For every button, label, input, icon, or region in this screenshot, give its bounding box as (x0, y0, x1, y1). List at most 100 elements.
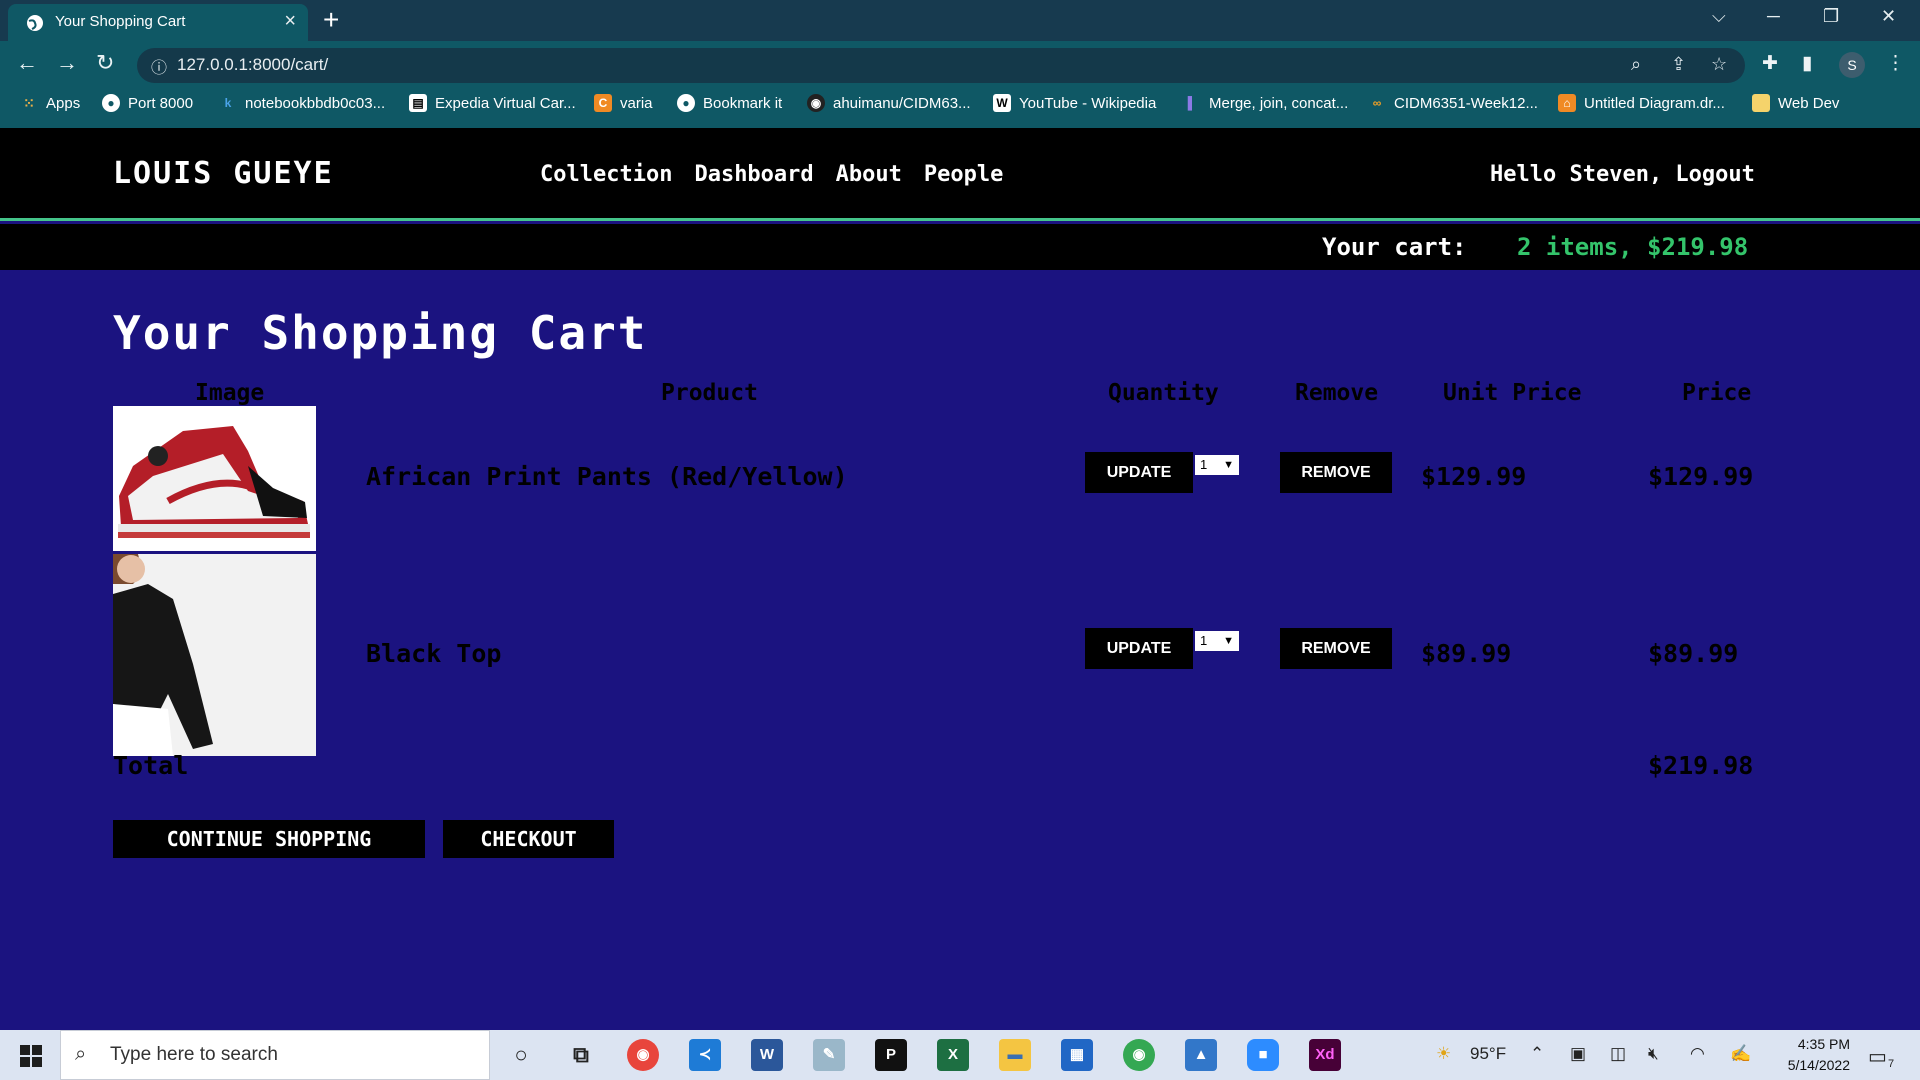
volume-mute-icon[interactable]: 🔇︎ (1648, 1044, 1659, 1064)
total-value: $219.98 (1648, 751, 1754, 780)
weather-temp[interactable]: 95°F (1470, 1044, 1506, 1064)
cortana-icon[interactable]: ○ (505, 1039, 537, 1071)
system-clock[interactable]: 4:35 PM 5/14/2022 (1760, 1034, 1850, 1076)
cart-label: Your cart: (1322, 233, 1467, 261)
bookmark-notebook[interactable]: k notebookbbdb0c03... (219, 94, 385, 112)
tab-title: Your Shopping Cart (55, 13, 186, 30)
zoom-icon[interactable]: ⌕ (1631, 54, 1641, 75)
bookmark-wikipedia[interactable]: W YouTube - Wikipedia (993, 94, 1156, 112)
forward-icon[interactable]: → (56, 50, 78, 76)
browser-tab[interactable]: Your Shopping Cart × (8, 4, 308, 41)
new-tab-icon[interactable]: + (323, 4, 339, 36)
product-name[interactable]: African Print Pants (Red/Yellow) (366, 462, 848, 491)
excel-icon[interactable]: X (937, 1039, 969, 1071)
close-window-icon[interactable]: ✕ (1881, 6, 1896, 27)
globe-icon (27, 15, 43, 31)
photos-icon[interactable]: ▲ (1185, 1039, 1217, 1071)
share-icon[interactable]: ⇪ (1671, 54, 1686, 75)
wikipedia-icon: W (993, 94, 1011, 112)
checkout-button[interactable]: CHECKOUT (443, 820, 614, 858)
address-bar[interactable]: ⓘ 127.0.0.1:8000/cart/ ⌕ ⇪ ☆ (137, 48, 1745, 83)
taskbar-search[interactable]: ⌕ Type here to search (60, 1030, 490, 1080)
folder-icon (1752, 94, 1770, 112)
clock-date: 5/14/2022 (1787, 1057, 1850, 1073)
profile-avatar[interactable]: S (1839, 52, 1865, 78)
store-icon[interactable]: ▦ (1061, 1039, 1093, 1071)
restore-icon[interactable]: ❐ (1823, 6, 1839, 27)
site-info-icon[interactable]: ⓘ (151, 54, 167, 78)
nav-collection[interactable]: Collection (540, 162, 672, 187)
user-greeting-logout[interactable]: Hello Steven, Logout (1490, 162, 1755, 187)
menu-icon[interactable]: ⋮ (1886, 52, 1905, 75)
extensions-icon[interactable]: ✚ (1762, 52, 1778, 75)
header-remove: Remove (1295, 380, 1379, 406)
product-image-top[interactable] (113, 554, 316, 756)
windows-start-icon[interactable] (20, 1045, 42, 1067)
quantity-value: 1 (1200, 457, 1208, 472)
globe-icon: ● (102, 94, 120, 112)
search-icon: ⌕ (75, 1043, 87, 1065)
bookmark-varia[interactable]: C varia (594, 94, 653, 112)
vscode-icon[interactable]: ≺ (689, 1039, 721, 1071)
bookmark-github[interactable]: ◉ ahuimanu/CIDM63... (807, 94, 971, 112)
page-title: Your Shopping Cart (113, 306, 648, 360)
update-button[interactable]: UPDATE (1085, 628, 1193, 669)
line-price: $89.99 (1648, 639, 1739, 668)
close-tab-icon[interactable]: × (284, 10, 296, 33)
file-explorer-icon[interactable]: ▬ (999, 1039, 1031, 1071)
side-panel-icon[interactable]: ▮ (1802, 52, 1812, 75)
nav-people[interactable]: People (924, 162, 1003, 187)
minimize-icon[interactable]: ─ (1767, 6, 1780, 27)
nav-dashboard[interactable]: Dashboard (694, 162, 813, 187)
reload-icon[interactable]: ↻ (96, 50, 114, 76)
header-image: Image (195, 380, 265, 406)
quantity-select[interactable]: 1 ▼ (1195, 631, 1239, 651)
bookmark-star-icon[interactable]: ☆ (1711, 54, 1727, 75)
zoom-app-icon[interactable]: ■ (1247, 1039, 1279, 1071)
document-icon: ▤ (409, 94, 427, 112)
bookmark-colab[interactable]: ∞ CIDM6351-Week12... (1368, 94, 1538, 112)
cart-summary[interactable]: 2 items, $219.98 (1517, 233, 1748, 261)
c-orange-icon: C (594, 94, 612, 112)
chevron-down-icon: ▼ (1223, 635, 1234, 647)
remove-button[interactable]: REMOVE (1280, 452, 1392, 493)
apps-grid-icon: ⁙ (23, 95, 35, 111)
remove-button[interactable]: REMOVE (1280, 628, 1392, 669)
chrome-alt-icon[interactable]: ◉ (1123, 1039, 1155, 1071)
globe-icon: ● (677, 94, 695, 112)
meet-now-icon[interactable]: ▣ (1570, 1044, 1586, 1064)
chevron-up-icon[interactable]: ⌃ (1530, 1044, 1544, 1064)
adobe-xd-icon[interactable]: Xd (1309, 1039, 1341, 1071)
chevron-down-icon: ▼ (1223, 459, 1234, 471)
bookmark-web-dev[interactable]: Web Dev (1752, 94, 1839, 112)
bookmark-pandas[interactable]: ▌ Merge, join, concat... (1183, 94, 1349, 112)
brand-logo[interactable]: LOUIS GUEYE (113, 156, 334, 191)
product-image-sneaker[interactable] (113, 406, 316, 551)
browser-tab-strip: Your Shopping Cart × + ⌵ ─ ❐ ✕ (0, 0, 1920, 41)
tab-search-icon[interactable]: ⌵ (1712, 6, 1726, 27)
pen-icon[interactable]: ✍ (1730, 1044, 1751, 1064)
nav-about[interactable]: About (836, 162, 902, 187)
weather-icon[interactable]: ☀ (1436, 1044, 1451, 1064)
network-icon[interactable]: ◠ (1690, 1044, 1705, 1064)
site-header: LOUIS GUEYE Collection Dashboard About P… (0, 128, 1920, 221)
word-icon[interactable]: W (751, 1039, 783, 1071)
continue-shopping-button[interactable]: CONTINUE SHOPPING (113, 820, 425, 858)
quantity-select[interactable]: 1 ▼ (1195, 455, 1239, 475)
bookmark-port-8000[interactable]: ● Port 8000 (102, 94, 193, 112)
notepad-icon[interactable]: ✎ (813, 1039, 845, 1071)
update-button[interactable]: UPDATE (1085, 452, 1193, 493)
back-icon[interactable]: ← (16, 50, 38, 76)
bookmark-apps[interactable]: ⁙ Apps (20, 94, 80, 112)
bookmark-bookmark-it[interactable]: ● Bookmark it (677, 94, 782, 112)
task-view-icon[interactable]: ⧉ (565, 1039, 597, 1071)
total-label: Total (113, 751, 189, 780)
chrome-icon[interactable]: ◉ (627, 1039, 659, 1071)
camera-icon[interactable]: ◫ (1610, 1044, 1626, 1064)
pycharm-icon[interactable]: P (875, 1039, 907, 1071)
notifications-icon[interactable]: ▭ (1868, 1044, 1887, 1069)
k-icon: k (224, 96, 232, 110)
bookmark-expedia[interactable]: ▤ Expedia Virtual Car... (409, 94, 576, 112)
product-name[interactable]: Black Top (366, 639, 501, 668)
bookmark-drawio[interactable]: ⌂ Untitled Diagram.dr... (1558, 94, 1725, 112)
